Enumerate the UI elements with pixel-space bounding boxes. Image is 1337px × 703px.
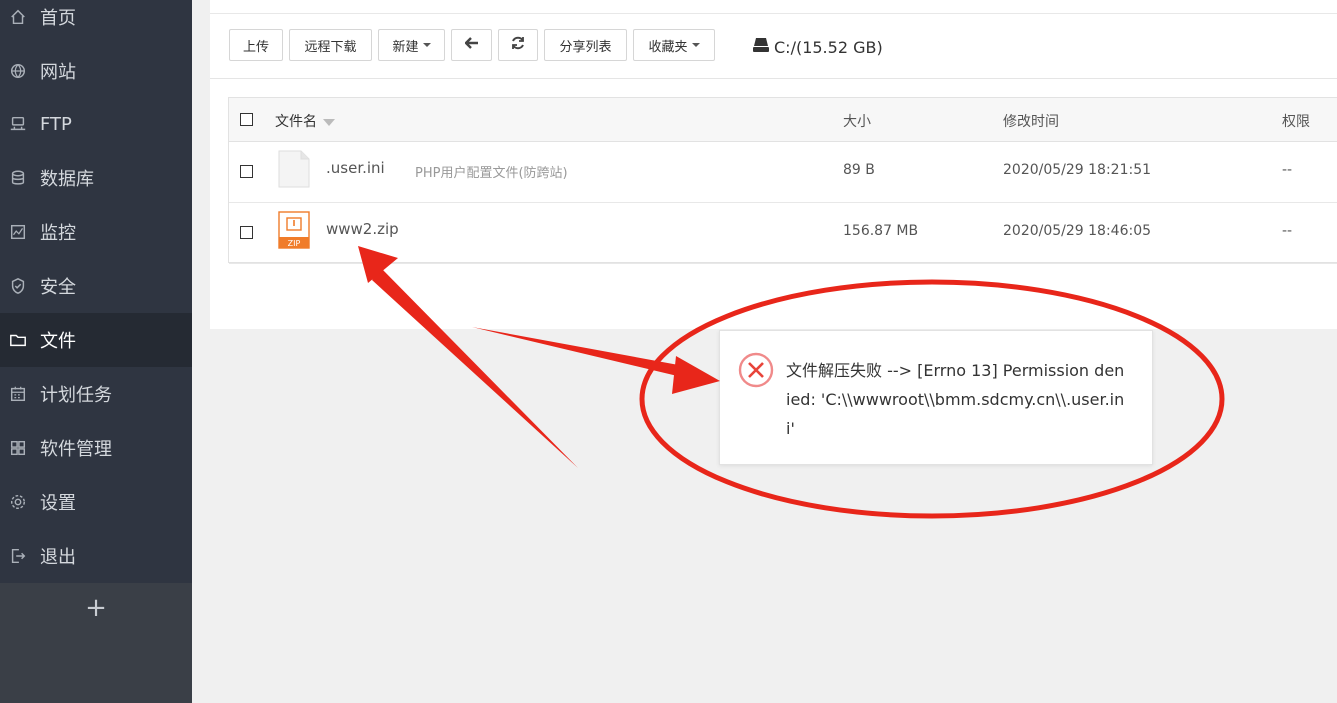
sidebar-item-website[interactable]: 网站 [0, 44, 192, 98]
refresh-button[interactable] [498, 29, 538, 61]
sidebar-item-cron[interactable]: 计划任务 [0, 367, 192, 421]
annotation-arrow-to-toast [472, 327, 720, 394]
divider [210, 13, 1337, 14]
sidebar-item-logout[interactable]: 退出 [0, 529, 192, 583]
add-menu-button[interactable]: + [0, 583, 192, 633]
sidebar-item-label: 计划任务 [40, 385, 112, 406]
sidebar-item-label: 退出 [40, 547, 76, 568]
sidebar-nav: 首页 网站 FTP 数据库 监控 安全 文件 计划任务 软件管理 设置 退出 [0, 0, 192, 583]
svg-text:ZIP: ZIP [288, 239, 301, 248]
file-size: 156.87 MB [843, 223, 919, 239]
share-list-button[interactable]: 分享列表 [544, 29, 627, 61]
arrow-left-icon [463, 37, 479, 53]
column-header-permission[interactable]: 权限 [1282, 111, 1310, 131]
new-label: 新建 [392, 39, 419, 55]
shield-icon [8, 276, 28, 296]
file-modified: 2020/05/29 18:46:05 [1003, 223, 1152, 239]
upload-button[interactable]: 上传 [229, 29, 283, 61]
sidebar-item-label: 文件 [40, 331, 76, 352]
sidebar-item-security[interactable]: 安全 [0, 259, 192, 313]
sidebar-item-label: 安全 [40, 277, 76, 298]
sidebar-item-settings[interactable]: 设置 [0, 475, 192, 529]
table-header: 文件名 大小 修改时间 权限 [229, 98, 1337, 142]
sidebar-item-label: 数据库 [40, 169, 94, 190]
sidebar-item-files[interactable]: 文件 [0, 313, 192, 367]
sidebar-item-label: 设置 [40, 493, 76, 514]
zip-icon: ZIP [278, 211, 310, 249]
favorites-dropdown-button[interactable]: 收藏夹 [633, 29, 715, 61]
file-name[interactable]: www2.zip [326, 220, 399, 238]
error-icon [738, 352, 774, 388]
table-row[interactable]: .user.ini PHP用户配置文件(防跨站) 89 B 2020/05/29… [229, 141, 1337, 203]
sidebar: 首页 网站 FTP 数据库 监控 安全 文件 计划任务 软件管理 设置 退出 + [0, 0, 192, 703]
sidebar-item-label: 软件管理 [40, 439, 112, 460]
column-header-name-label: 文件名 [275, 114, 317, 130]
file-description: PHP用户配置文件(防跨站) [415, 166, 568, 181]
ftp-icon [8, 114, 28, 134]
file-permission: -- [1282, 162, 1293, 178]
chevron-down-icon [422, 43, 431, 47]
back-button[interactable] [451, 29, 492, 61]
calendar-icon [8, 384, 28, 404]
hard-drive-icon [752, 37, 774, 57]
sidebar-item-software[interactable]: 软件管理 [0, 421, 192, 475]
home-icon [8, 7, 28, 27]
sidebar-item-database[interactable]: 数据库 [0, 151, 192, 205]
remote-download-button[interactable]: 远程下载 [289, 29, 372, 61]
column-header-name[interactable]: 文件名 [275, 111, 335, 131]
disk-label: C:/(15.52 GB) [774, 37, 883, 57]
logout-icon [8, 546, 28, 566]
error-toast: 文件解压失败 --> [Errno 13] Permission denied:… [719, 330, 1153, 465]
chevron-down-icon [691, 43, 700, 47]
monitor-icon [8, 222, 28, 242]
column-header-size[interactable]: 大小 [843, 111, 871, 131]
favorites-label: 收藏夹 [648, 39, 688, 55]
divider [210, 78, 1337, 79]
sidebar-item-label: 监控 [40, 223, 76, 244]
gear-icon [8, 492, 28, 512]
globe-icon [8, 61, 28, 81]
refresh-icon [511, 36, 525, 54]
column-header-modified[interactable]: 修改时间 [1003, 111, 1059, 131]
file-table: 文件名 大小 修改时间 权限 .user.ini PHP用户配置文件(防跨站) … [228, 97, 1337, 264]
database-icon [8, 168, 28, 188]
file-modified: 2020/05/29 18:21:51 [1003, 162, 1152, 178]
sidebar-item-label: 网站 [40, 62, 76, 83]
select-all-checkbox[interactable] [240, 113, 253, 126]
sidebar-item-label: FTP [40, 113, 72, 135]
table-row[interactable]: ZIP www2.zip 156.87 MB 2020/05/29 18:46:… [229, 202, 1337, 264]
file-icon [278, 150, 310, 188]
apps-icon [8, 438, 28, 458]
disk-selector[interactable]: C:/(15.52 GB) [752, 36, 883, 58]
sidebar-item-label: 首页 [40, 8, 76, 29]
file-permission: -- [1282, 223, 1293, 239]
new-dropdown-button[interactable]: 新建 [378, 29, 445, 61]
error-message: 文件解压失败 --> [Errno 13] Permission denied:… [786, 361, 1125, 438]
file-size: 89 B [843, 162, 875, 178]
row-checkbox[interactable] [240, 165, 253, 178]
sort-down-icon [323, 118, 335, 126]
row-checkbox[interactable] [240, 226, 253, 239]
sidebar-item-home[interactable]: 首页 [0, 0, 192, 44]
sidebar-item-monitor[interactable]: 监控 [0, 205, 192, 259]
file-name[interactable]: .user.ini [326, 159, 385, 177]
sidebar-item-ftp[interactable]: FTP [0, 97, 192, 151]
folder-icon [8, 330, 28, 350]
